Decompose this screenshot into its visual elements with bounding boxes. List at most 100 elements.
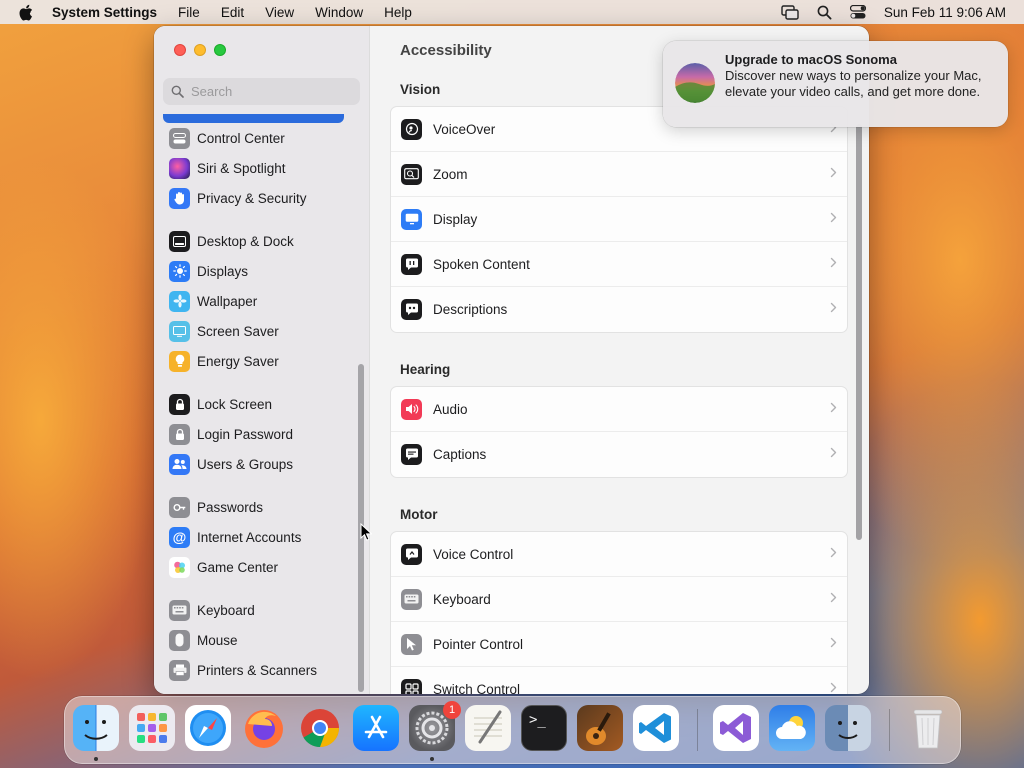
dock: 1 >_ — [64, 696, 961, 764]
dock-migration-assistant-icon[interactable] — [825, 705, 871, 751]
sidebar-item-privacy-security[interactable]: Privacy & Security — [169, 185, 307, 211]
lock-icon — [169, 393, 190, 415]
sidebar-item-login-password[interactable]: Login Password — [169, 421, 293, 447]
menu-view[interactable]: View — [265, 5, 294, 20]
voice-control-icon — [401, 543, 422, 565]
row-switch-control[interactable]: Switch Control — [391, 667, 847, 694]
sidebar-item-label: Login Password — [197, 426, 294, 442]
close-window-button[interactable] — [174, 44, 186, 56]
sidebar-item-control-center[interactable]: Control Center — [169, 125, 285, 151]
window-controls — [174, 44, 226, 56]
row-voice-control[interactable]: Voice Control — [391, 532, 847, 577]
macos-sonoma-icon — [675, 63, 715, 103]
mouse-cursor-icon — [360, 523, 372, 541]
chevron-right-icon — [830, 637, 837, 648]
sidebar: Search Control Center Siri & Spotlight P… — [154, 26, 370, 694]
chevron-right-icon — [830, 402, 837, 413]
menu-app-name[interactable]: System Settings — [52, 5, 157, 20]
menu-clock[interactable]: Sun Feb 11 9:06 AM — [884, 5, 1006, 20]
flower-icon — [169, 290, 190, 312]
dock-chrome-icon[interactable] — [297, 705, 343, 751]
sidebar-item-passwords[interactable]: Passwords — [169, 494, 263, 520]
row-audio[interactable]: Audio — [391, 387, 847, 432]
dock-vscode-icon[interactable] — [633, 705, 679, 751]
minimize-window-button[interactable] — [194, 44, 206, 56]
row-label: Spoken Content — [433, 256, 530, 272]
chevron-right-icon — [830, 447, 837, 458]
chevron-right-icon — [830, 167, 837, 178]
upgrade-notification[interactable]: Upgrade to macOS Sonoma Discover new way… — [663, 41, 1008, 127]
zoom-window-button[interactable] — [214, 44, 226, 56]
sidebar-item-label: Keyboard — [197, 602, 255, 618]
printer-icon — [169, 659, 190, 681]
dock-terminal-icon[interactable]: >_ — [521, 705, 567, 751]
settings-running-indicator — [430, 757, 434, 761]
row-label: Zoom — [433, 166, 468, 182]
sidebar-item-energy-saver[interactable]: Energy Saver — [169, 348, 279, 374]
sidebar-item-desktop-dock[interactable]: Desktop & Dock — [169, 228, 294, 254]
siri-icon — [169, 157, 190, 179]
dock-launchpad-icon[interactable] — [129, 705, 175, 751]
row-descriptions[interactable]: Descriptions — [391, 287, 847, 332]
mouse-icon — [169, 629, 190, 651]
sidebar-item-label: Desktop & Dock — [197, 233, 294, 249]
row-label: Descriptions — [433, 302, 508, 317]
dock-system-settings-icon[interactable]: 1 — [409, 701, 461, 751]
search-icon — [171, 85, 184, 98]
sidebar-item-label: Privacy & Security — [197, 190, 307, 206]
settings-notification-badge: 1 — [443, 701, 461, 719]
notification-body: Discover new ways to personalize your Ma… — [725, 68, 982, 99]
hand-icon — [169, 187, 190, 209]
row-keyboard[interactable]: Keyboard — [391, 577, 847, 622]
menu-file[interactable]: File — [178, 5, 200, 20]
dock-finder-icon[interactable] — [73, 705, 119, 751]
row-display[interactable]: Display — [391, 197, 847, 242]
dock-icon — [169, 230, 190, 252]
row-spoken-content[interactable]: Spoken Content — [391, 242, 847, 287]
screen-mirroring-icon[interactable] — [781, 4, 799, 20]
control-center-icon[interactable] — [849, 5, 866, 19]
row-label: Voice Control — [433, 546, 514, 562]
chevron-right-icon — [830, 212, 837, 223]
notification-title: Upgrade to macOS Sonoma — [725, 52, 897, 67]
sidebar-item-keyboard[interactable]: Keyboard — [169, 597, 255, 623]
dock-app-store-icon[interactable] — [353, 705, 399, 751]
sidebar-item-displays[interactable]: Displays — [169, 258, 248, 284]
sidebar-item-wallpaper[interactable]: Wallpaper — [169, 288, 257, 314]
row-pointer-control[interactable]: Pointer Control — [391, 622, 847, 667]
dock-safari-icon[interactable] — [185, 705, 231, 751]
search-placeholder: Search — [191, 84, 233, 99]
spotlight-search-icon[interactable] — [817, 5, 832, 20]
sidebar-item-siri-spotlight[interactable]: Siri & Spotlight — [169, 155, 286, 181]
dock-weather-icon[interactable] — [769, 705, 815, 751]
sidebar-item-internet-accounts[interactable]: @ Internet Accounts — [169, 524, 301, 550]
speech-bubble-icon — [401, 253, 422, 275]
dock-script-editor-icon[interactable] — [465, 705, 511, 751]
sidebar-search[interactable]: Search — [163, 78, 360, 105]
sidebar-item-screen-saver[interactable]: Screen Saver — [169, 318, 279, 344]
sidebar-item-printers-scanners[interactable]: Printers & Scanners — [169, 657, 317, 683]
menu-edit[interactable]: Edit — [221, 5, 244, 20]
at-icon: @ — [169, 526, 190, 548]
dock-trash-icon[interactable] — [905, 705, 951, 751]
dock-visual-studio-icon[interactable] — [713, 705, 759, 751]
sidebar-item-lock-screen[interactable]: Lock Screen — [169, 391, 272, 417]
apple-menu-icon[interactable] — [18, 4, 34, 20]
motor-group: Voice Control Keyboard Pointer Control S… — [390, 531, 848, 694]
sidebar-item-mouse[interactable]: Mouse — [169, 627, 238, 653]
content-scrollbar[interactable] — [856, 124, 862, 540]
dock-separator — [889, 709, 890, 751]
sidebar-item-label: Energy Saver — [197, 353, 279, 369]
row-zoom[interactable]: Zoom — [391, 152, 847, 197]
row-captions[interactable]: Captions — [391, 432, 847, 477]
keyboard-icon — [401, 588, 422, 610]
menu-window[interactable]: Window — [315, 5, 363, 20]
sidebar-item-users-groups[interactable]: Users & Groups — [169, 451, 293, 477]
dock-firefox-icon[interactable] — [241, 705, 287, 751]
sidebar-item-game-center[interactable]: Game Center — [169, 554, 278, 580]
sidebar-item-label: Users & Groups — [197, 456, 294, 472]
row-label: Keyboard — [433, 591, 491, 607]
zoom-icon — [401, 163, 422, 185]
dock-garageband-icon[interactable] — [577, 705, 623, 751]
menu-help[interactable]: Help — [384, 5, 412, 20]
